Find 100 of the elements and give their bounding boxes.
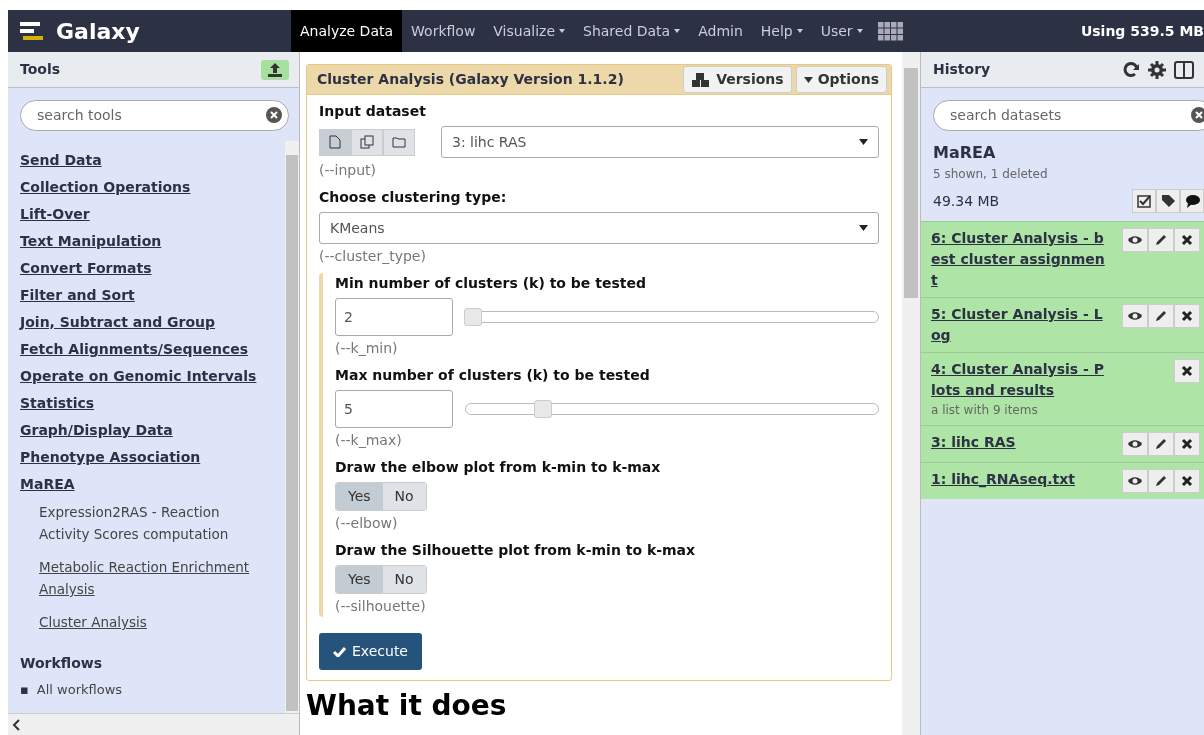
upload-button[interactable] <box>261 59 289 80</box>
tool-category[interactable]: Filter and Sort <box>20 282 285 309</box>
tool-entry: Expression2RAS - Reaction Activity Scores computation <box>38 503 230 544</box>
workflow-link[interactable]: All workflows <box>36 680 123 700</box>
tool-category[interactable]: Statistics <box>20 390 285 417</box>
tool-category[interactable]: Graph/Display Data <box>20 417 285 444</box>
select-value: 3: lihc RAS <box>452 132 527 152</box>
nav-item[interactable]: User <box>811 10 872 52</box>
edit-button[interactable] <box>1148 469 1174 493</box>
nav-item[interactable]: Workflow <box>402 10 485 52</box>
nav-item[interactable]: Analyze Data <box>291 10 403 52</box>
dataset-subtitle: a list with 9 items <box>931 402 1039 419</box>
toggle-option[interactable]: Yes <box>336 566 383 593</box>
source-button[interactable] <box>351 128 383 156</box>
edit-button[interactable] <box>1148 432 1174 456</box>
tool-category[interactable]: Operate on Genomic Intervals <box>20 363 285 390</box>
tool-link[interactable]: Metabolic Reaction Enrichment Analysis <box>39 556 265 600</box>
search-field[interactable]: search tools <box>20 100 289 131</box>
view-button[interactable] <box>1122 228 1148 252</box>
view-button[interactable] <box>1122 469 1148 493</box>
search-field[interactable]: search datasets <box>933 100 1204 131</box>
tool-category[interactable]: Collection Operations <box>20 174 285 201</box>
view-button[interactable] <box>1122 304 1148 328</box>
close-icon <box>1181 438 1193 450</box>
check-icon <box>333 646 346 657</box>
number-field[interactable]: 2 <box>335 298 453 336</box>
select-button[interactable] <box>1132 189 1156 213</box>
pencil-icon <box>1154 309 1168 323</box>
slider-thumb[interactable] <box>464 308 482 326</box>
tool-category[interactable]: Lift-Over <box>20 201 285 228</box>
dataset-select[interactable]: 3: lihc RAS <box>441 126 879 158</box>
delete-button[interactable] <box>1174 228 1200 252</box>
view-button[interactable] <box>1122 432 1148 456</box>
pencil-icon <box>1154 474 1168 488</box>
toggle-option[interactable]: No <box>382 566 426 593</box>
dataset-title[interactable]: 5: Cluster Analysis - Log <box>931 304 1107 346</box>
field-label: Input dataset <box>319 102 427 121</box>
delete-button[interactable] <box>1174 432 1200 456</box>
dataset-title[interactable]: 3: lihc RAS <box>931 432 1107 453</box>
files-icon <box>360 135 374 149</box>
slider-thumb[interactable] <box>534 400 553 418</box>
toggle-option[interactable]: No <box>382 483 426 510</box>
options-button[interactable]: Options <box>795 66 887 93</box>
delete-button[interactable] <box>1174 304 1200 328</box>
field-label: Min number of clusters (k) to be tested <box>335 274 647 293</box>
help-text: (--silhouette) <box>335 597 427 616</box>
field-label: Max number of clusters (k) to be tested <box>335 366 651 385</box>
nav-item[interactable]: Shared Data <box>574 10 690 52</box>
toggle-option[interactable]: Yes <box>336 483 383 510</box>
dataset-title[interactable]: 1: lihc_RNAseq.txt <box>931 469 1107 490</box>
eye-icon <box>1127 234 1143 246</box>
form-title: Cluster Analysis (Galaxy Version 1.1.2) <box>317 70 624 89</box>
number-field[interactable]: 5 <box>335 390 453 428</box>
comment-button[interactable] <box>1180 189 1204 213</box>
tool-category[interactable]: Fetch Alignments/Sequences <box>20 336 285 363</box>
deleted-link[interactable]: deleted <box>1002 167 1048 181</box>
dataset-title[interactable]: 4: Cluster Analysis - Plots and results <box>931 359 1107 401</box>
upload-icon <box>267 61 283 78</box>
tool-category[interactable]: MaREA <box>20 471 285 498</box>
help-text: (--k_max) <box>335 431 403 450</box>
nav-item[interactable]: Help <box>751 10 812 52</box>
delete-button[interactable] <box>1174 359 1200 383</box>
tool-category[interactable]: Join, Subtract and Group <box>20 309 285 336</box>
refresh-icon[interactable] <box>1122 60 1140 79</box>
tool-link[interactable]: Expression2RAS <box>39 504 148 520</box>
dataset-title[interactable]: 6: Cluster Analysis - best cluster assignment <box>931 228 1107 291</box>
tool-category[interactable]: Send Data <box>20 147 285 174</box>
select-value: KMeans <box>330 218 385 238</box>
eye-icon <box>1127 475 1143 487</box>
tags-button[interactable] <box>1156 189 1180 213</box>
tool-link[interactable]: Cluster Analysis <box>39 611 265 633</box>
scrollbar[interactable] <box>902 52 920 735</box>
grid-icon[interactable] <box>877 21 903 41</box>
tool-category[interactable]: Text Manipulation <box>20 228 285 255</box>
tool-category[interactable]: Convert Formats <box>20 255 285 282</box>
source-button[interactable] <box>319 128 351 156</box>
settings-icon[interactable] <box>1148 60 1166 79</box>
source-button[interactable] <box>383 128 415 156</box>
caret-icon <box>859 139 868 145</box>
caret-icon <box>859 225 868 231</box>
scrollbar[interactable] <box>8 713 299 735</box>
columns-icon[interactable] <box>1174 60 1194 79</box>
versions-button[interactable]: Versions <box>683 66 792 93</box>
execute-button[interactable]: Execute <box>319 633 422 670</box>
edit-button[interactable] <box>1148 228 1174 252</box>
close-icon <box>1181 475 1193 487</box>
help-text: (--k_min) <box>335 339 399 358</box>
delete-button[interactable] <box>1174 469 1200 493</box>
scrollbar[interactable] <box>285 141 299 713</box>
panel-title: History <box>933 60 991 79</box>
nav-item[interactable]: Admin <box>689 10 752 52</box>
edit-button[interactable] <box>1148 304 1174 328</box>
clear-icon[interactable] <box>265 106 283 124</box>
dataset-select[interactable]: KMeans <box>319 212 879 244</box>
clear-icon[interactable] <box>1190 106 1204 124</box>
tool-category[interactable]: Phenotype Association <box>20 444 285 471</box>
brand-name: Galaxy <box>56 17 140 46</box>
eye-icon <box>1127 310 1143 322</box>
history-summary: 5 shown, 1 deleted <box>932 166 1049 183</box>
nav-item[interactable]: Visualize <box>484 10 574 52</box>
